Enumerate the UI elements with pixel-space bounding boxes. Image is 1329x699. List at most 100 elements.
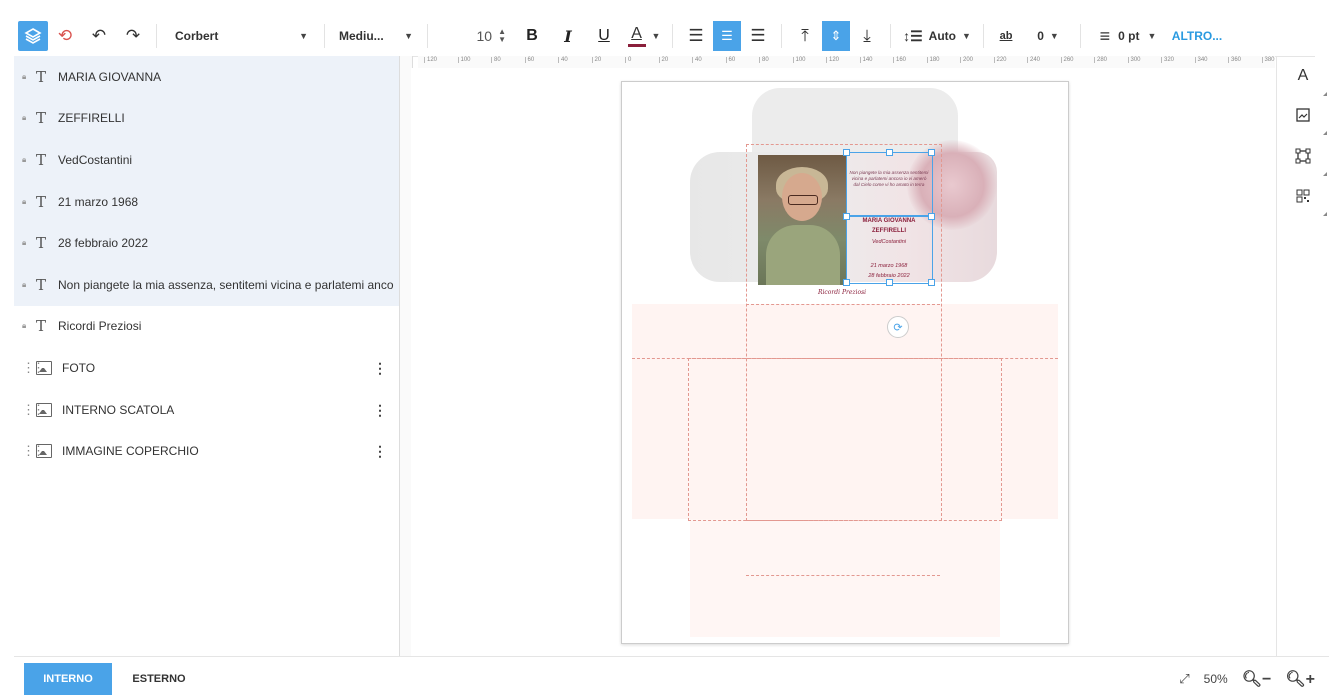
divider (983, 24, 984, 48)
font-weight-select[interactable]: Mediu... ▼ (331, 16, 421, 56)
layer-item[interactable]: 🔒︎ T VedCostantini (14, 139, 399, 181)
ruler-tick: 200 (960, 57, 973, 63)
align-right-icon: ☰ (750, 26, 766, 45)
add-qr-code-icon[interactable] (1291, 184, 1327, 216)
text-type-icon: T (36, 192, 47, 211)
italic-button[interactable]: I (550, 16, 586, 56)
more-vert-icon[interactable]: ⋮ (373, 360, 387, 377)
resize-handle[interactable] (928, 213, 935, 220)
divider (427, 24, 428, 48)
divider (1080, 24, 1081, 48)
lock-icon[interactable]: 🔒︎ (22, 238, 36, 248)
line-height-select[interactable]: ↕☰ Auto ▼ (897, 16, 977, 56)
reset-button[interactable]: ⟲ (48, 16, 82, 56)
ruler-tick: 140 (859, 57, 873, 63)
more-vert-icon[interactable]: ⋮ (373, 402, 387, 419)
layer-item[interactable]: 🔒︎ T MARIA GIOVANNA (14, 56, 399, 98)
zoom-controls: ⤢ 50% 🔍︎− 🔍︎+ (1179, 663, 1315, 695)
resize-handle[interactable] (843, 279, 850, 286)
more-options-button[interactable]: ALTRO... (1169, 16, 1225, 56)
fit-screen-icon[interactable]: ⤢ (1179, 671, 1189, 687)
border-width-select[interactable]: ≡ 0 pt ▼ (1087, 16, 1169, 56)
valign-top-button[interactable]: ⤒ (788, 16, 822, 56)
layer-label: INTERNO SCATOLA (62, 402, 175, 417)
lock-icon[interactable]: 🔒︎ (22, 321, 36, 331)
resize-handle[interactable] (886, 279, 893, 286)
resize-handle[interactable] (928, 149, 935, 156)
rotate-handle-icon[interactable]: ⟳ (887, 316, 909, 338)
font-size-stepper[interactable]: 10 ▲ ▼ (434, 16, 514, 56)
resize-handle[interactable] (843, 149, 850, 156)
align-center-button[interactable]: ☰ (713, 21, 741, 51)
reset-icon: ⟲ (57, 26, 73, 45)
stepper-arrows-icon[interactable]: ▲ ▼ (498, 28, 506, 44)
border-width-icon: ≡ (1099, 25, 1111, 46)
lock-icon[interactable]: 🔒︎ (22, 113, 36, 123)
layer-item[interactable]: 🔒︎ T ZEFFIRELLI (14, 97, 399, 140)
drag-handle-icon[interactable]: ⋮⋮ (22, 360, 45, 376)
redo-icon: ↷ (125, 26, 141, 45)
font-family-select[interactable]: Corbert ▼ (163, 16, 318, 56)
ruler-tick: 100 (792, 57, 806, 63)
layer-item[interactable]: ⋮⋮ FOTO ⋮ (14, 347, 399, 389)
divider (890, 24, 891, 48)
selection-frame-verse[interactable] (846, 152, 933, 216)
layer-label: Non piangete la mia assenza, sentitemi v… (58, 277, 394, 292)
layer-item[interactable]: 🔒︎ T Ricordi Preziosi (14, 306, 399, 348)
align-right-button[interactable]: ☰ (741, 16, 775, 56)
image-type-icon (36, 360, 52, 375)
layer-label: Ricordi Preziosi (58, 319, 142, 334)
layers-toggle-button[interactable] (18, 21, 48, 51)
letter-spacing-select[interactable]: 0 ▼ (1022, 16, 1074, 56)
lock-icon[interactable]: 🔒︎ (22, 72, 36, 82)
resize-handle[interactable] (843, 213, 850, 220)
italic-icon: I (564, 26, 572, 46)
undo-button[interactable]: ↶ (82, 16, 116, 56)
font-weight-value: Mediu... (339, 29, 384, 43)
align-left-icon: ☰ (688, 26, 704, 45)
more-vert-icon[interactable]: ⋮ (373, 443, 387, 460)
signature-text[interactable]: Ricordi Preziosi (818, 289, 866, 296)
letter-spacing-icon: ab (999, 30, 1013, 42)
add-text-icon[interactable]: A (1291, 64, 1327, 96)
drag-handle-icon[interactable]: ⋮⋮ (22, 443, 45, 459)
box-bottom-flap (690, 519, 1000, 637)
layer-item[interactable]: ⋮⋮ INTERNO SCATOLA ⋮ (14, 389, 399, 431)
layer-item[interactable]: ⋮⋮ IMMAGINE COPERCHIO ⋮ (14, 430, 399, 472)
valign-bottom-button[interactable]: ⤓ (850, 16, 884, 56)
selection-frame-names[interactable] (846, 216, 933, 284)
tab-interno[interactable]: INTERNO (24, 663, 112, 695)
ruler-tick: 280 (1094, 57, 1107, 63)
add-image-icon[interactable] (1291, 103, 1327, 135)
align-left-button[interactable]: ☰ (679, 16, 713, 56)
zoom-level: 50% (1203, 672, 1228, 686)
layer-item[interactable]: 🔒︎ T Non piangete la mia assenza, sentit… (14, 263, 399, 306)
layer-label: ZEFFIRELLI (58, 111, 125, 126)
redo-button[interactable]: ↷ (116, 16, 150, 56)
valign-middle-button[interactable]: ⇕ (822, 21, 850, 51)
zoom-out-icon[interactable]: 🔍︎− (1242, 669, 1272, 689)
border-width-value: 0 pt (1118, 29, 1140, 43)
design-canvas[interactable]: Non piangete la mia assenza sentitemi vi… (411, 68, 1275, 656)
underline-button[interactable]: U (586, 16, 622, 56)
resize-handle[interactable] (886, 149, 893, 156)
resize-handle[interactable] (928, 279, 935, 286)
add-shape-icon[interactable] (1291, 144, 1327, 176)
page[interactable]: Non piangete la mia assenza sentitemi vi… (621, 81, 1069, 644)
zoom-in-icon[interactable]: 🔍︎+ (1285, 669, 1315, 689)
text-color-button[interactable]: A ▼ (622, 16, 666, 56)
portrait-photo[interactable] (758, 155, 846, 285)
tab-esterno[interactable]: ESTERNO (122, 663, 196, 695)
caret-down-icon: ▼ (1049, 31, 1059, 41)
layer-item[interactable]: 🔒︎ T 28 febbraio 2022 (14, 222, 399, 264)
ruler-tick: 160 (893, 57, 906, 63)
toolbar: ⟲ ↶ ↷ Corbert ▼ Mediu... ▼ 10 ▲ ▼ B I U A… (14, 16, 1315, 57)
drag-handle-icon[interactable]: ⋮⋮ (22, 402, 45, 418)
lock-icon[interactable]: 🔒︎ (22, 197, 36, 207)
cut-line (746, 304, 940, 305)
lock-icon[interactable]: 🔒︎ (22, 280, 36, 290)
lock-icon[interactable]: 🔒︎ (22, 155, 36, 165)
bold-button[interactable]: B (514, 16, 550, 56)
layer-item[interactable]: 🔒︎ T 21 marzo 1968 (14, 180, 399, 223)
layer-label: FOTO (62, 360, 96, 375)
